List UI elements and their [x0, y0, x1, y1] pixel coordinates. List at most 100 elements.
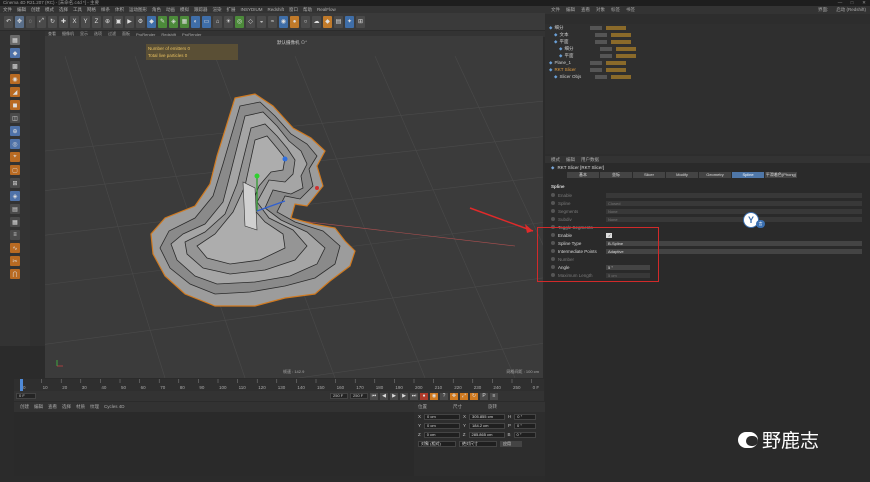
- rot-b-field[interactable]: 0 °: [513, 431, 536, 438]
- menu-item[interactable]: 角色: [152, 7, 161, 13]
- object-tags[interactable]: [611, 74, 632, 79]
- material-menu-item[interactable]: 纹理: [90, 404, 99, 410]
- make-editable-icon[interactable]: ▦: [10, 35, 20, 45]
- object-tags[interactable]: [606, 25, 627, 30]
- object-row[interactable]: ◆ Plane_1: [545, 59, 870, 66]
- param-value[interactable]: [606, 192, 862, 198]
- rotation-key-icon[interactable]: ↻: [470, 392, 478, 400]
- material-menu-item[interactable]: Cycles 4D: [104, 404, 125, 410]
- go-to-end-icon[interactable]: ⏭: [410, 392, 418, 400]
- go-to-start-icon[interactable]: ⏮: [370, 392, 378, 400]
- param-dot-icon[interactable]: [551, 209, 555, 213]
- texture-mode-icon[interactable]: ▩: [10, 61, 20, 71]
- menu-item[interactable]: 模拟: [180, 7, 189, 13]
- attribute-menu-item[interactable]: 模式: [551, 157, 560, 163]
- polygons-mode-icon[interactable]: ◼: [10, 100, 20, 110]
- visibility-flags[interactable]: [595, 32, 608, 37]
- object-tags[interactable]: [616, 53, 637, 58]
- preview-end-field[interactable]: 250 F: [350, 393, 368, 399]
- param-dot-icon[interactable]: [551, 201, 555, 205]
- attribute-tab[interactable]: Modify: [666, 172, 698, 178]
- keyframe-selection-icon[interactable]: ?: [440, 392, 448, 400]
- play-icon[interactable]: ▶: [390, 392, 398, 400]
- attribute-tab[interactable]: Spline: [732, 172, 764, 178]
- insydium-icon[interactable]: ◒: [257, 15, 266, 28]
- object-row[interactable]: ◆ 平面: [545, 52, 870, 59]
- visibility-flags[interactable]: [600, 53, 613, 58]
- visibility-flags[interactable]: [590, 67, 603, 72]
- object-tags[interactable]: [616, 46, 637, 51]
- snap-icon[interactable]: ⌖: [10, 152, 20, 162]
- menu-item[interactable]: 模式: [45, 7, 54, 13]
- python-icon[interactable]: ◉: [279, 15, 288, 28]
- object-tags[interactable]: [611, 32, 632, 37]
- rot-h-field[interactable]: 0 °: [514, 413, 537, 420]
- object-row[interactable]: ◆ 细分: [545, 45, 870, 52]
- menu-item[interactable]: RealFlow: [317, 7, 336, 12]
- next-key-icon[interactable]: ▶: [400, 392, 408, 400]
- attribute-tab[interactable]: Geometry: [699, 172, 731, 178]
- menu-item[interactable]: 窗口: [289, 7, 298, 13]
- spline-tool-icon[interactable]: ∿: [10, 243, 20, 253]
- y-axis-icon[interactable]: Y: [81, 15, 90, 28]
- deformer-icon[interactable]: ◐: [191, 15, 200, 28]
- script-icon[interactable]: ▤: [334, 15, 343, 28]
- object-tags[interactable]: [611, 39, 632, 44]
- 3d-viewport[interactable]: Number of emitters 0 Total live particle…: [45, 36, 543, 378]
- param-dot-icon[interactable]: [551, 193, 555, 197]
- edges-mode-icon[interactable]: ◢: [10, 87, 20, 97]
- light-icon[interactable]: ☀: [224, 15, 233, 28]
- layout-icon[interactable]: ≡: [10, 230, 20, 240]
- param-key-icon[interactable]: P: [480, 392, 488, 400]
- sculpt-icon[interactable]: ◈: [10, 191, 20, 201]
- object-tags[interactable]: [606, 60, 627, 65]
- object-menu-item[interactable]: 对象: [596, 7, 605, 13]
- apply-button[interactable]: 应用: [500, 440, 522, 447]
- visibility-flags[interactable]: [595, 39, 608, 44]
- undo-icon[interactable]: ↶: [4, 15, 13, 28]
- material-manager[interactable]: 创建 编辑 查看 选择 材质 纹理 Cycles 4D: [14, 402, 414, 476]
- camera-label[interactable]: 默认摄像机 ⊙°: [277, 40, 307, 46]
- scale-tool-icon[interactable]: ⤢: [37, 15, 46, 28]
- grid-icon[interactable]: ▦: [10, 217, 20, 227]
- recent-tool-icon[interactable]: ✚: [59, 15, 68, 28]
- rot-p-field[interactable]: 0 °: [514, 422, 537, 429]
- menu-item[interactable]: 渲染: [213, 7, 222, 13]
- visibility-flags[interactable]: [595, 74, 608, 79]
- start-frame-field[interactable]: 0 F: [16, 393, 36, 399]
- points-mode-icon[interactable]: ◉: [10, 74, 20, 84]
- attribute-menu-item[interactable]: 编辑: [566, 157, 575, 163]
- record-icon[interactable]: ●: [420, 392, 428, 400]
- attribute-menu-item[interactable]: 用户数据: [581, 157, 599, 163]
- material-menu-item[interactable]: 材质: [76, 404, 85, 410]
- realflow-icon[interactable]: ≈: [268, 15, 277, 28]
- render-view-icon[interactable]: ▣: [114, 15, 123, 28]
- object-row[interactable]: ◆ 文本: [545, 31, 870, 38]
- object-row[interactable]: ◆ Slicer Objs: [545, 73, 870, 80]
- attribute-tab[interactable]: 平滑着色(Phong): [765, 172, 797, 178]
- field-icon[interactable]: ◎: [235, 15, 244, 28]
- pos-x-field[interactable]: 0 cm: [424, 413, 461, 420]
- visibility-flags[interactable]: [590, 60, 603, 65]
- pos-y-field[interactable]: 0 cm: [424, 422, 461, 429]
- menu-item[interactable]: 样条: [101, 7, 110, 13]
- array-icon[interactable]: ▦: [180, 15, 189, 28]
- coordinate-system-icon[interactable]: ⊕: [103, 15, 112, 28]
- attribute-tab[interactable]: Slicer: [633, 172, 665, 178]
- prev-key-icon[interactable]: ◀: [380, 392, 388, 400]
- object-row[interactable]: ◆ 细分: [545, 24, 870, 31]
- viewport-canvas[interactable]: [45, 36, 543, 378]
- material-menu-item[interactable]: 创建: [20, 404, 29, 410]
- timeline-ruler[interactable]: 0 10 20 30 40 50 60 70 80 90 100 110 120 130 140 150 160…: [14, 379, 544, 391]
- xpresso-icon[interactable]: ✦: [345, 15, 354, 28]
- live-select-icon[interactable]: ◌: [26, 15, 35, 28]
- menu-item[interactable]: 文件: [3, 7, 12, 13]
- param-value[interactable]: None: [606, 208, 862, 214]
- menu-item[interactable]: 体积: [115, 7, 124, 13]
- object-row[interactable]: ◆ 平面: [545, 38, 870, 45]
- move-tool-icon[interactable]: ✥: [15, 15, 24, 28]
- object-menu-item[interactable]: 标签: [611, 7, 620, 13]
- param-dot-icon[interactable]: [551, 217, 555, 221]
- tag-icon[interactable]: ●: [290, 15, 299, 28]
- coord-mode-select[interactable]: 对象 (相对): [418, 440, 456, 447]
